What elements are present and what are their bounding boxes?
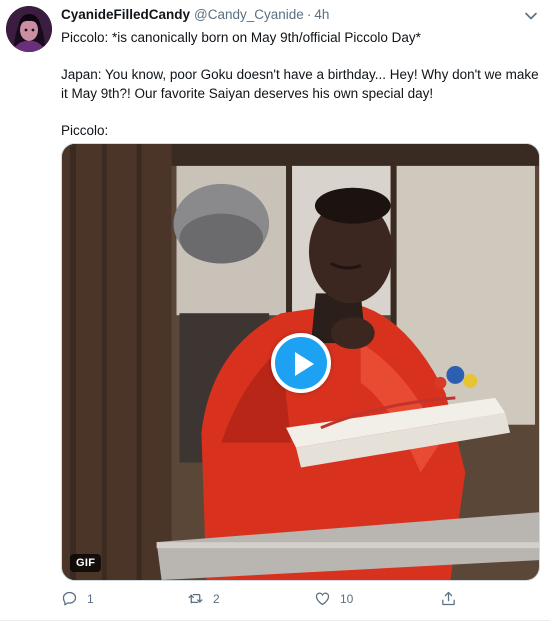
share-button[interactable] — [440, 590, 457, 607]
tweet-text-line: Piccolo: *is canonically born on May 9th… — [61, 30, 421, 45]
tweet[interactable]: CyanideFilledCandy @Candy_Cyanide · 4h P… — [0, 0, 550, 621]
avatar[interactable] — [6, 6, 52, 52]
gif-badge: GIF — [70, 554, 102, 572]
retweet-icon — [188, 593, 203, 604]
reply-count: 1 — [87, 591, 94, 606]
like-button[interactable]: 10 — [314, 590, 353, 607]
timestamp[interactable]: 4h — [314, 7, 329, 22]
chevron-down-icon[interactable] — [524, 9, 538, 23]
tweet-actions: 1 2 10 — [61, 590, 481, 612]
display-name[interactable]: CyanideFilledCandy — [61, 7, 190, 22]
retweet-button[interactable]: 2 — [187, 590, 220, 607]
play-button[interactable] — [271, 333, 331, 393]
share-icon — [442, 591, 455, 606]
tweet-header: CyanideFilledCandy @Candy_Cyanide · 4h — [61, 7, 329, 27]
tweet-text-line: Piccolo: — [61, 123, 109, 138]
reply-icon — [62, 591, 77, 606]
play-icon — [295, 352, 314, 376]
tweet-text: Piccolo: *is canonically born on May 9th… — [61, 28, 541, 140]
user-handle[interactable]: @Candy_Cyanide — [194, 7, 304, 22]
like-count: 10 — [340, 591, 354, 606]
tweet-text-line: Japan: You know, poor Goku doesn't have … — [61, 67, 539, 101]
avatar-image — [6, 6, 52, 52]
reply-button[interactable]: 1 — [61, 590, 94, 607]
heart-icon — [315, 592, 330, 606]
separator-dot: · — [306, 7, 312, 22]
gif-media[interactable]: GIF — [61, 143, 540, 581]
retweet-count: 2 — [213, 591, 220, 606]
